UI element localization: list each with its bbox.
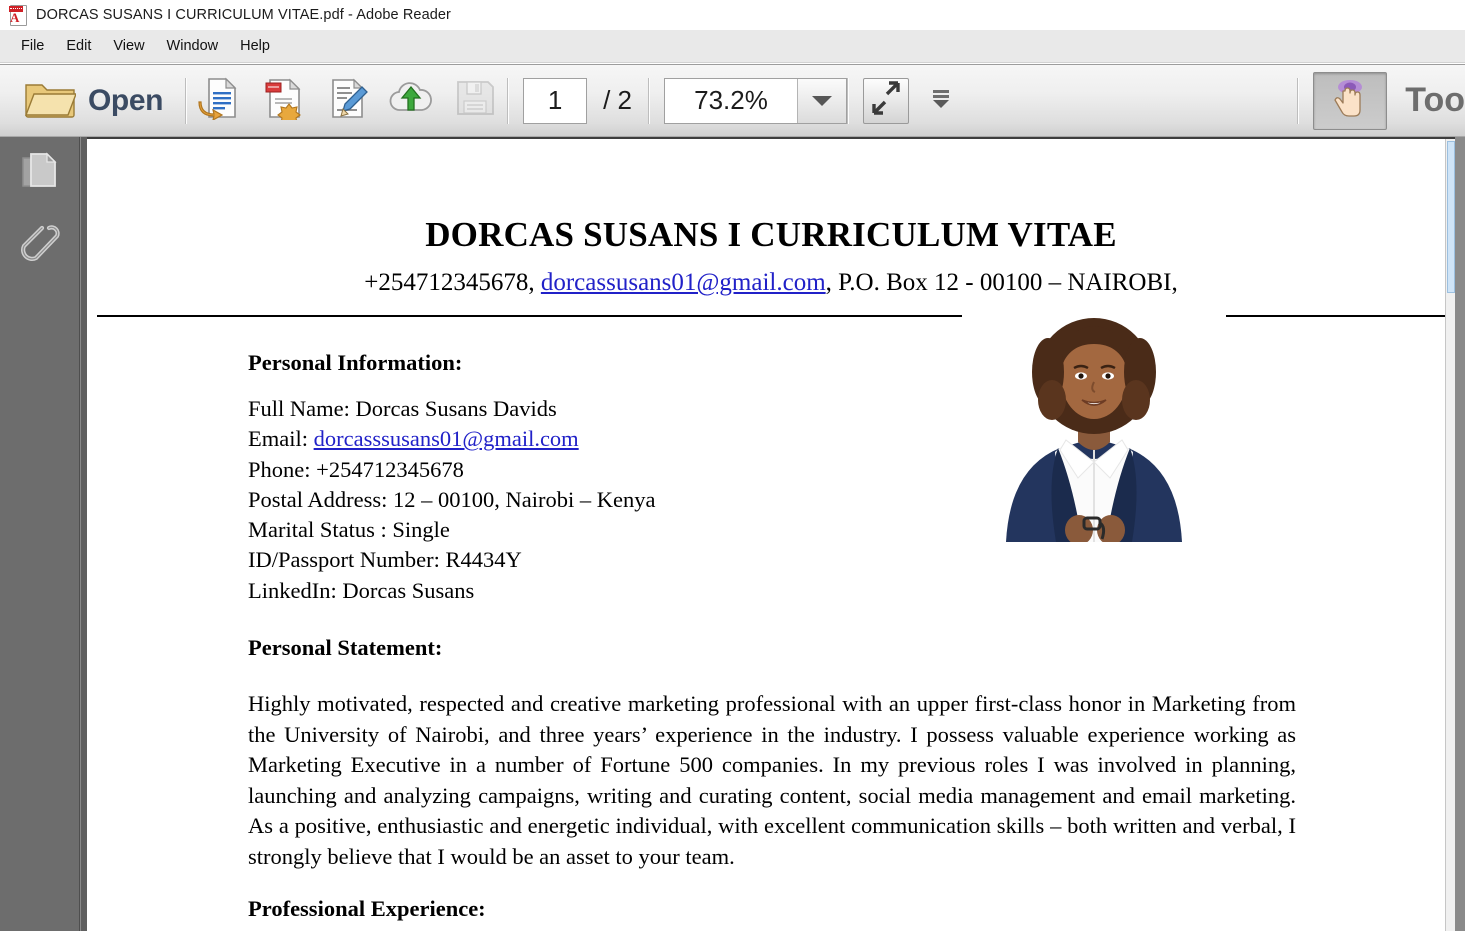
document-content: DORCAS SUSANS I CURRICULUM VITAE +254712…: [87, 139, 1455, 931]
window-title: DORCAS SUSANS I CURRICULUM VITAE.pdf - A…: [36, 7, 451, 23]
attachments-button[interactable]: [0, 209, 80, 281]
document-scrollbar[interactable]: [1445, 139, 1455, 931]
fill-and-sign-icon: [326, 76, 368, 125]
zoom-control[interactable]: [664, 77, 847, 124]
show-more-tools-button[interactable]: [909, 72, 973, 130]
page-number-input[interactable]: [523, 77, 588, 124]
chevron-down-icon: [812, 95, 832, 106]
contact-email-link[interactable]: dorcassusans01@gmail.com: [541, 269, 826, 296]
cv-body: Personal Information: Full Name: Dorcas …: [248, 329, 1296, 931]
toolbar-separator-4: [847, 77, 849, 124]
menu-item-edit[interactable]: Edit: [55, 35, 102, 57]
hand-tool-icon: [1327, 75, 1373, 126]
zoom-level-input[interactable]: [665, 78, 797, 123]
create-pdf-button[interactable]: [187, 72, 251, 130]
contact-phone: +254712345678,: [364, 269, 541, 296]
menu-item-view[interactable]: View: [102, 35, 155, 57]
toolbar-separator-2: [507, 77, 510, 124]
contact-address: , P.O. Box 12 - 00100 – NAIROBI,: [825, 269, 1178, 296]
title-bar: A DORCAS SUSANS I CURRICULUM VITAE.pdf -…: [0, 0, 1465, 30]
info-postal-address: Postal Address: 12 – 00100, Nairobi – Ke…: [248, 486, 656, 512]
paperclip-attachments-icon: [18, 220, 62, 271]
page-total-label: / 2: [603, 85, 632, 115]
info-email-label: Email:: [248, 426, 314, 452]
cv-title: DORCAS SUSANS I CURRICULUM VITAE: [425, 215, 1117, 254]
menu-item-help[interactable]: Help: [229, 35, 281, 57]
header-rule: [97, 315, 1445, 317]
cv-contact-line: +254712345678, dorcassusans01@gmail.com,…: [87, 255, 1455, 298]
upload-to-cloud-icon: [388, 78, 434, 123]
open-button[interactable]: Open: [0, 71, 185, 131]
open-button-label: Open: [88, 83, 164, 117]
folder-open-icon: [24, 77, 78, 124]
pdf-a-glyph: A: [10, 10, 20, 25]
page-thumbnails-button[interactable]: [0, 137, 80, 209]
menu-item-window[interactable]: Window: [156, 35, 230, 57]
pdf-document-icon: A: [8, 4, 28, 26]
toolbar-separator-5: [1297, 77, 1300, 124]
create-pdf-icon: [198, 76, 240, 125]
main-toolbar: Open 1 / 2 73.2% Too: [0, 64, 1465, 137]
show-more-tools-icon: [929, 87, 953, 114]
page-navigation: / 2: [523, 77, 648, 124]
save-file-button[interactable]: [443, 72, 507, 130]
info-email-link[interactable]: dorcasssusans01@gmail.com: [314, 426, 579, 451]
toolbar-separator-3: [648, 77, 650, 124]
info-full-name: Full Name: Dorcas Susans Davids: [248, 396, 557, 421]
hand-tool-button[interactable]: [1313, 71, 1388, 130]
info-linkedin: LinkedIn: Dorcas Susans: [248, 577, 475, 603]
upload-to-cloud-button[interactable]: [379, 72, 443, 130]
tools-panel-label[interactable]: Too: [1387, 81, 1465, 120]
info-email: Email: dorcasssusans01@gmail.com: [248, 424, 948, 454]
zoom-dropdown-button[interactable]: [797, 78, 846, 123]
personal-statement-body: Highly motivated, respected and creative…: [248, 691, 1296, 869]
fill-and-sign-button[interactable]: [315, 72, 379, 130]
personal-information-list: Full Name: Dorcas Susans Davids Email: d…: [248, 377, 948, 606]
navigation-pane: [0, 137, 80, 931]
fit-page-icon: [869, 81, 903, 120]
export-pdf-button[interactable]: [251, 72, 315, 130]
scrollbar-thumb[interactable]: [1447, 141, 1455, 293]
export-pdf-icon: [262, 76, 304, 127]
document-page: DORCAS SUSANS I CURRICULUM VITAE +254712…: [87, 137, 1455, 931]
menu-bar: File Edit View Window Help: [0, 30, 1465, 63]
adobe-reader-window: A DORCAS SUSANS I CURRICULUM VITAE.pdf -…: [0, 0, 1465, 931]
section-heading-personal-information: Personal Information:: [248, 350, 463, 375]
section-heading-professional-experience: Professional Experience:: [248, 896, 486, 922]
save-file-icon: [454, 78, 496, 123]
work-area: DORCAS SUSANS I CURRICULUM VITAE +254712…: [0, 137, 1465, 931]
info-marital-status: Marital Status : Single: [248, 517, 450, 543]
info-phone: Phone: +254712345678: [248, 456, 464, 482]
info-id-number: ID/Passport Number: R4434Y: [248, 547, 522, 573]
menu-item-file[interactable]: File: [10, 35, 55, 57]
job-heading-marketing-assistant: 2020 – Present: Marketing Assistant: [248, 923, 1296, 931]
section-heading-personal-statement: Personal Statement:: [248, 635, 443, 661]
fit-page-button[interactable]: [863, 77, 909, 124]
page-thumbnails-icon: [19, 149, 61, 198]
